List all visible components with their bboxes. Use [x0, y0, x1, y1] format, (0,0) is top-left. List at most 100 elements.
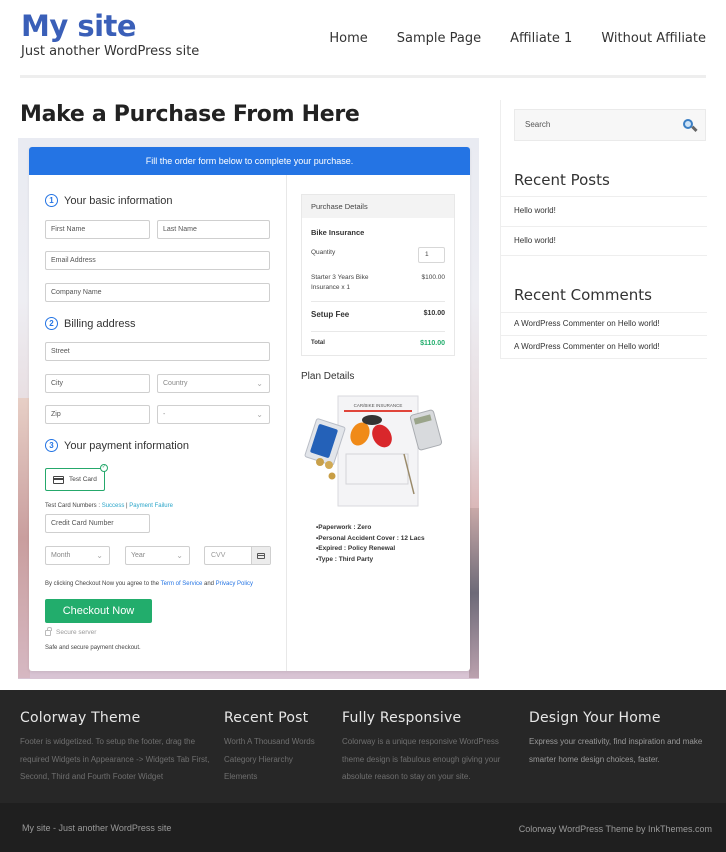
plan-feature: Expired : Policy Renewal: [316, 544, 425, 555]
payment-option-label: Test Card: [69, 476, 97, 483]
quantity-input[interactable]: 1: [418, 247, 445, 263]
total-price: $110.00: [420, 340, 445, 347]
main-nav: Home Sample Page Affiliate 1 Without Aff…: [300, 31, 706, 46]
toy-motorbike: [362, 415, 382, 425]
site-title[interactable]: My site: [21, 9, 137, 43]
year-select[interactable]: Year ⌄: [125, 546, 190, 565]
footer-post-link[interactable]: Elements: [224, 768, 334, 786]
search-input[interactable]: Search: [514, 109, 706, 141]
recent-post-link[interactable]: Hello world!: [514, 206, 556, 215]
site-header: My site Just another WordPress site Home…: [0, 0, 726, 80]
footer-col-title: Colorway Theme: [20, 710, 141, 726]
footer-col-recent-post: Recent Post Worth A Thousand Words Categ…: [224, 710, 334, 786]
total-row: Total $110.00: [311, 340, 445, 347]
footer-col-text: Footer is widgetized. To setup the foote…: [20, 737, 210, 781]
line-item: Starter 3 Years Bike Insurance x 1 $100.…: [311, 273, 445, 293]
chevron-down-icon: ⌄: [256, 410, 263, 419]
order-form-frame: Fill the order form below to complete yo…: [18, 138, 479, 679]
privacy-policy-link[interactable]: Privacy Policy: [216, 581, 253, 587]
section-billing: 2 Billing address: [45, 317, 136, 330]
zip-field[interactable]: Zip: [45, 405, 150, 424]
divider: [311, 301, 445, 302]
form-banner: Fill the order form below to complete yo…: [29, 147, 470, 175]
nav-home[interactable]: Home: [329, 31, 367, 46]
footer-bottom-bar: My site - Just another WordPress site Co…: [0, 803, 726, 852]
coin-shape: [325, 461, 333, 469]
nav-affiliate-1[interactable]: Affiliate 1: [510, 31, 572, 46]
plan-feature: Personal Accident Cover : 12 Lacs: [316, 534, 424, 545]
coin-shape: [316, 458, 324, 466]
cvv-field[interactable]: CVV: [204, 546, 271, 565]
recent-comment-item[interactable]: A WordPress Commenter on Hello world!: [501, 335, 707, 359]
plan-details-title: Plan Details: [301, 371, 355, 382]
footer: Colorway Theme Footer is widgetized. To …: [0, 690, 726, 803]
footer-col-title: Design Your Home: [529, 710, 661, 726]
setup-fee-price: $10.00: [423, 310, 445, 317]
total-label: Total: [311, 340, 325, 346]
setup-fee-label: Setup Fee: [311, 310, 350, 319]
footer-col-title: Fully Responsive: [342, 710, 462, 726]
chevron-down-icon: ⌄: [96, 551, 103, 560]
lock-icon: [45, 626, 52, 636]
email-field[interactable]: Email Address: [45, 251, 270, 270]
footer-col-colorway: Colorway Theme Footer is widgetized. To …: [20, 710, 215, 786]
coin-shape: [328, 472, 336, 480]
line-item-name-2: Insurance x 1: [311, 284, 351, 291]
footer-col-responsive: Fully Responsive Colorway is a unique re…: [342, 710, 517, 786]
terms-prefix: By clicking Checkout Now you agree to th…: [45, 581, 161, 587]
footer-post-link[interactable]: Worth A Thousand Words: [224, 733, 334, 751]
footer-col-title: Recent Post: [224, 710, 309, 726]
success-link[interactable]: Success: [102, 503, 125, 509]
background-image: [469, 508, 479, 678]
recent-post-item[interactable]: Hello world!: [501, 226, 707, 256]
company-field[interactable]: Company Name: [45, 283, 270, 302]
credit-card-number-field[interactable]: Credit Card Number: [45, 514, 150, 533]
product-name: Bike Insurance: [311, 228, 365, 237]
search-icon[interactable]: [683, 119, 693, 129]
country-select[interactable]: Country ⌄: [157, 374, 270, 393]
city-field[interactable]: City: [45, 374, 150, 393]
terms-of-service-link[interactable]: Term of Service: [161, 581, 203, 587]
plan-feature: Type : Third Party: [316, 555, 425, 566]
last-name-field[interactable]: Last Name: [157, 220, 270, 239]
plan-features: Paperwork : Zero Personal Accident Cover…: [316, 523, 425, 566]
recent-post-link[interactable]: Hello world!: [514, 236, 556, 245]
checkout-now-button[interactable]: Checkout Now: [45, 599, 152, 623]
month-select[interactable]: Month ⌄: [45, 546, 110, 565]
step-3-icon: 3: [45, 439, 58, 452]
state-select[interactable]: - ⌄: [157, 405, 270, 424]
check-icon: ✓: [100, 464, 108, 472]
cvv-card-icon: [251, 547, 270, 564]
chevron-down-icon: ⌄: [176, 551, 183, 560]
recent-comment-link[interactable]: A WordPress Commenter on Hello world!: [514, 342, 660, 351]
state-select-value: -: [163, 411, 166, 418]
sidebar: Search Recent Posts Hello world! Hello w…: [500, 100, 707, 359]
footer-theme-credit[interactable]: Colorway WordPress Theme by InkThemes.co…: [519, 824, 712, 834]
recent-post-item[interactable]: Hello world!: [501, 196, 707, 226]
safe-checkout-note: Safe and secure payment checkout.: [45, 645, 141, 651]
order-form: Fill the order form below to complete yo…: [29, 147, 470, 671]
payment-failure-link[interactable]: Payment Failure: [129, 503, 173, 509]
first-name-field[interactable]: First Name: [45, 220, 150, 239]
document-stripe: [344, 410, 412, 412]
test-card-option[interactable]: Test Card ✓: [45, 464, 108, 491]
month-select-value: Month: [51, 552, 71, 559]
terms-note: By clicking Checkout Now you agree to th…: [45, 581, 253, 587]
document-heading: CAR/BIKE INSURANCE: [354, 403, 403, 408]
secure-server: Secure server: [45, 626, 96, 636]
year-select-value: Year: [131, 552, 146, 559]
footer-post-link[interactable]: Category Hierarchy: [224, 751, 334, 769]
recent-comment-link[interactable]: A WordPress Commenter on Hello world!: [514, 319, 660, 328]
nav-without-affiliate[interactable]: Without Affiliate: [601, 31, 706, 46]
setup-fee-row: Setup Fee $10.00: [311, 310, 445, 319]
insurance-illustration: CAR/BIKE INSURANCE: [304, 395, 443, 507]
street-field[interactable]: Street: [45, 342, 270, 361]
terms-and: and: [202, 581, 216, 587]
recent-posts-title: Recent Posts: [514, 171, 610, 189]
recent-comment-item[interactable]: A WordPress Commenter on Hello world!: [501, 312, 707, 335]
section-title: Your payment information: [64, 439, 189, 452]
footer-site-credit: My site - Just another WordPress site: [22, 823, 172, 833]
test-numbers-label: Test Card Numbers :: [45, 503, 102, 509]
line-item-price: $100.00: [421, 274, 446, 281]
nav-sample-page[interactable]: Sample Page: [397, 31, 481, 46]
